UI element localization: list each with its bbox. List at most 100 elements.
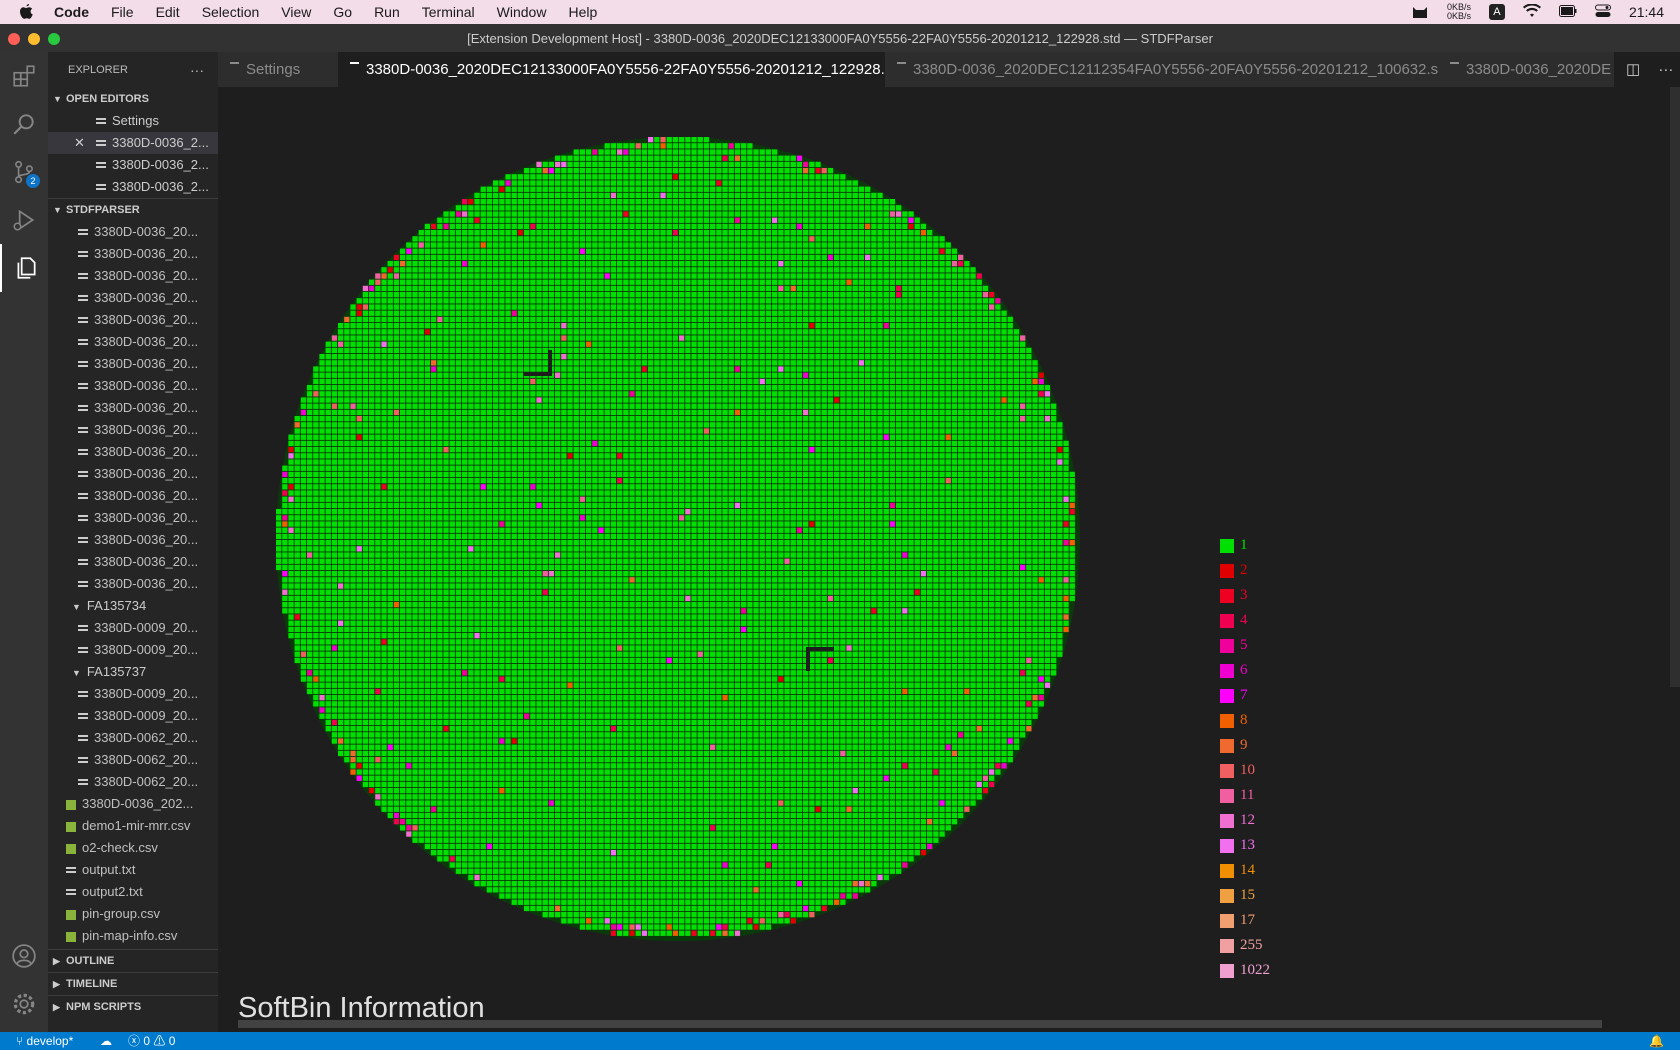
die-cell [573, 440, 579, 447]
file-item[interactable]: 3380D-0036_20... [48, 419, 218, 441]
control-center-icon[interactable] [1594, 4, 1611, 21]
cat-icon[interactable] [1411, 3, 1429, 22]
die-cell [716, 310, 722, 316]
menu-selection[interactable]: Selection [202, 4, 260, 20]
input-source-icon[interactable]: A [1488, 4, 1505, 20]
die-cell [815, 354, 821, 360]
die-cell [418, 416, 424, 422]
file-item[interactable]: 3380D-0036_20... [48, 551, 218, 573]
file-item[interactable]: pin-group.csv [48, 903, 218, 925]
menu-help[interactable]: Help [568, 4, 597, 20]
die-cell [803, 422, 809, 428]
more-actions-icon[interactable]: ··· [1658, 61, 1673, 78]
menu-app[interactable]: Code [54, 4, 89, 20]
file-item[interactable]: 3380D-0036_20... [48, 463, 218, 485]
open-editor-item[interactable]: Settings [48, 110, 218, 132]
file-item[interactable]: 3380D-0009_20... [48, 683, 218, 705]
file-item[interactable]: 3380D-0036_20... [48, 441, 218, 463]
tab-std-2[interactable]: 3380D-0036_2020DEC12112354FA0Y5556-20FA0… [885, 52, 1451, 87]
file-item[interactable]: 3380D-0036_20... [48, 375, 218, 397]
file-item[interactable]: 3380D-0009_20... [48, 705, 218, 727]
wifi-icon[interactable] [1522, 2, 1541, 21]
section-stdfparser[interactable]: ▼ STDFPARSER [48, 198, 218, 221]
file-item[interactable]: pin-map-info.csv [48, 925, 218, 947]
die-cell [443, 217, 449, 223]
folder-item[interactable]: ▼ FA135737 [48, 661, 218, 683]
die-cell [834, 248, 840, 254]
menu-run[interactable]: Run [374, 4, 400, 20]
section-timeline[interactable]: ▶ TIMELINE [48, 972, 218, 995]
die-cell [617, 211, 623, 217]
die-cell [641, 261, 648, 267]
die-cell [431, 298, 437, 304]
open-editor-item[interactable]: ✕ 3380D-0036_2... [48, 132, 218, 154]
file-item[interactable]: 3380D-0036_20... [48, 353, 218, 375]
file-item[interactable]: 3380D-0062_20... [48, 749, 218, 771]
die-cell [834, 447, 840, 453]
file-item[interactable]: o2-check.csv [48, 837, 218, 859]
die-cell [927, 261, 933, 267]
search-icon[interactable] [0, 100, 48, 148]
die-cell [747, 310, 753, 316]
section-outline[interactable]: ▶ OUTLINE [48, 949, 218, 972]
die-cell [629, 205, 635, 211]
file-item[interactable]: 3380D-0036_20... [48, 243, 218, 265]
file-item[interactable]: 3380D-0036_20... [48, 485, 218, 507]
file-item[interactable]: 3380D-0036_202... [48, 793, 218, 815]
die-cell [319, 391, 325, 397]
menu-terminal[interactable]: Terminal [422, 4, 475, 20]
tab-std-3[interactable]: 3380D-0036_2020DE [1438, 52, 1638, 87]
file-item[interactable]: output2.txt [48, 881, 218, 903]
close-icon[interactable]: ✕ [74, 132, 85, 154]
die-cell [834, 335, 840, 341]
die-cell [945, 285, 951, 292]
tab-settings[interactable]: Settings [218, 52, 338, 87]
file-item[interactable]: 3380D-0036_20... [48, 309, 218, 331]
menu-window[interactable]: Window [497, 4, 547, 20]
file-item[interactable]: 3380D-0036_20... [48, 529, 218, 551]
tab-active-std[interactable]: 3380D-0036_2020DEC12133000FA0Y5556-22FA0… [338, 52, 927, 87]
die-cell [617, 304, 623, 310]
source-control-icon[interactable]: 2 [0, 148, 48, 196]
file-item[interactable]: 3380D-0036_20... [48, 287, 218, 309]
die-cell [883, 261, 889, 267]
file-item[interactable]: 3380D-0036_20... [48, 397, 218, 419]
menu-edit[interactable]: Edit [156, 4, 180, 20]
menu-file[interactable]: File [111, 4, 134, 20]
file-item[interactable]: 3380D-0062_20... [48, 771, 218, 793]
file-item[interactable]: 3380D-0009_20... [48, 617, 218, 639]
file-item[interactable]: output.txt [48, 859, 218, 881]
section-npm-scripts[interactable]: ▶ NPM SCRIPTS [48, 995, 218, 1018]
die-cell [573, 168, 579, 174]
apple-icon[interactable] [18, 3, 34, 24]
split-editor-icon[interactable]: ◫ [1626, 61, 1640, 78]
file-item[interactable]: 3380D-0036_20... [48, 221, 218, 243]
file-item[interactable]: demo1-mir-mrr.csv [48, 815, 218, 837]
network-monitor[interactable]: 0KB/s 0KB/s [1447, 3, 1471, 21]
open-editor-item[interactable]: 3380D-0036_2... [48, 154, 218, 176]
file-item[interactable]: 3380D-0062_20... [48, 727, 218, 749]
manage-gear-icon[interactable] [0, 980, 48, 1028]
file-item[interactable]: 3380D-0036_20... [48, 507, 218, 529]
battery-icon[interactable] [1558, 4, 1577, 20]
menu-view[interactable]: View [281, 4, 311, 20]
die-cell [759, 292, 765, 298]
more-actions-icon[interactable]: ··· [190, 52, 204, 88]
accounts-icon[interactable] [0, 932, 48, 980]
file-item[interactable]: 3380D-0036_20... [48, 573, 218, 595]
clock[interactable]: 21:44 [1629, 4, 1664, 20]
die-cell [759, 211, 765, 217]
run-debug-icon[interactable] [0, 196, 48, 244]
file-item[interactable]: 3380D-0009_20... [48, 639, 218, 661]
menu-go[interactable]: Go [333, 4, 352, 20]
open-editor-item[interactable]: 3380D-0036_2... [48, 176, 218, 198]
file-item[interactable]: 3380D-0036_20... [48, 265, 218, 287]
section-open-editors[interactable]: ▼ OPEN EDITORS [48, 88, 218, 110]
die-cell [883, 366, 889, 372]
file-item[interactable]: 3380D-0036_20... [48, 331, 218, 353]
die-cell [499, 192, 505, 199]
die-cell [734, 211, 741, 217]
explorer-icon[interactable] [0, 244, 50, 292]
folder-item[interactable]: ▼ FA135734 [48, 595, 218, 617]
extensions-icon[interactable] [0, 52, 48, 100]
